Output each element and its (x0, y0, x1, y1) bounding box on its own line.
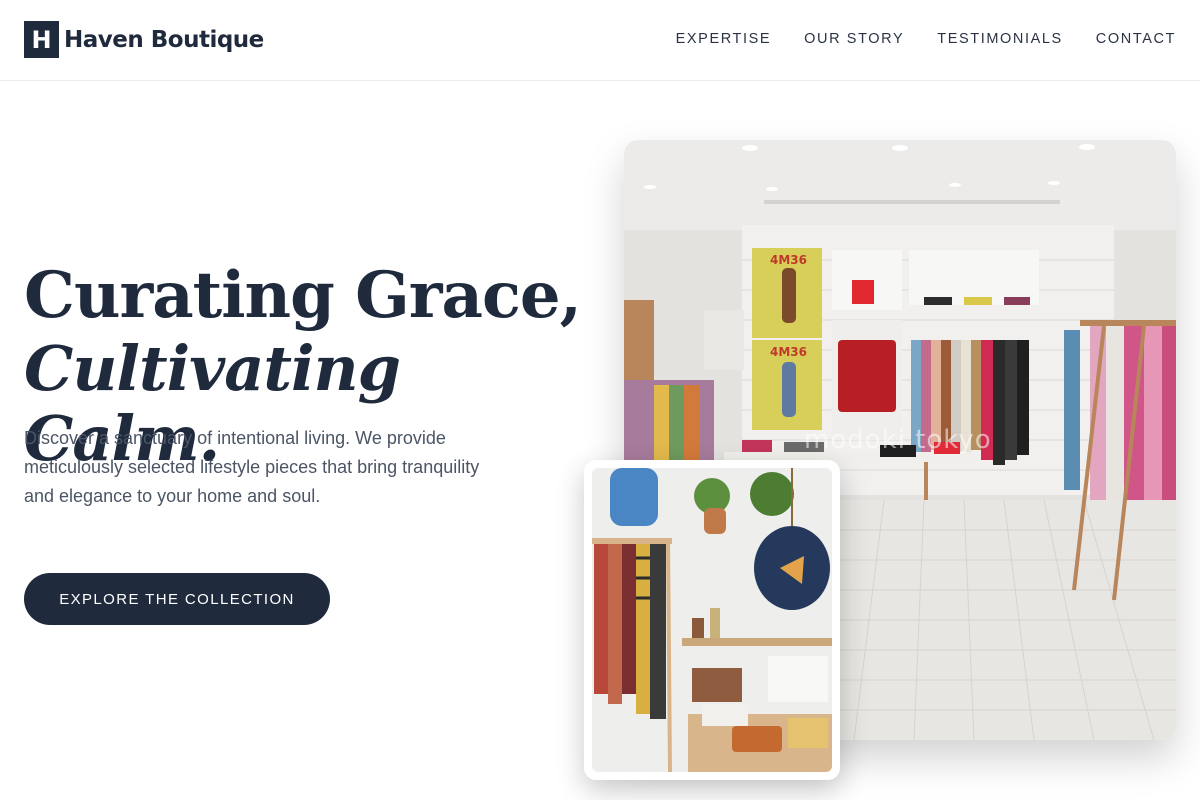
hero-description: Discover a sanctuary of intentional livi… (24, 428, 480, 506)
shop-detail-image (584, 460, 840, 780)
nav-link-our-story[interactable]: OUR STORY (804, 31, 904, 47)
headline-line-1: Curating Grace, (24, 258, 582, 333)
nav-link-contact[interactable]: CONTACT (1096, 31, 1176, 47)
poster-label-2: 4M36 (770, 345, 807, 359)
store-watermark: modoki tokyo (804, 425, 992, 455)
shop-detail-photo (592, 468, 832, 772)
brand[interactable]: H Haven Boutique (24, 21, 264, 58)
explore-collection-button[interactable]: EXPLORE THE COLLECTION (24, 573, 330, 625)
site-header: H Haven Boutique EXPERTISE OUR STORY TES… (0, 0, 1200, 81)
main-nav: EXPERTISE OUR STORY TESTIMONIALS CONTACT (676, 31, 1176, 47)
brand-name: Haven Boutique (64, 26, 264, 53)
nav-link-expertise[interactable]: EXPERTISE (676, 31, 772, 47)
nav-link-testimonials[interactable]: TESTIMONIALS (937, 31, 1063, 47)
poster-label: 4M36 (770, 253, 807, 267)
logo-icon: H (24, 21, 59, 58)
